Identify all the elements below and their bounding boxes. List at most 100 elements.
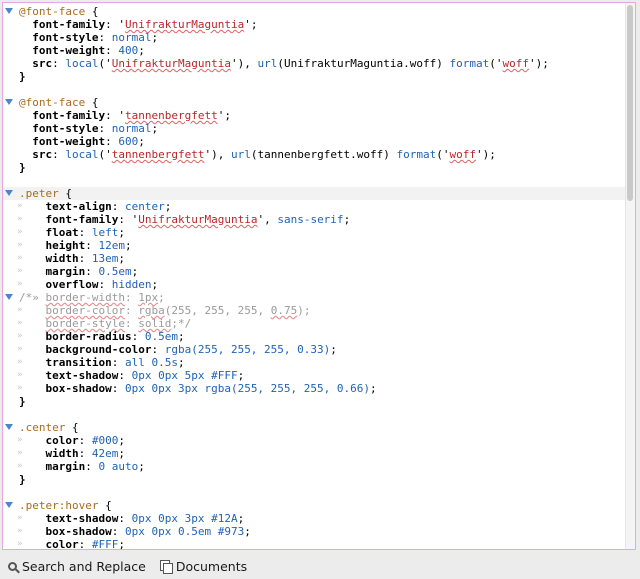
code-line[interactable]: » background-color: rgba(255, 255, 255, … <box>17 343 625 356</box>
code-token: ' <box>118 18 125 31</box>
code-token: ; <box>177 356 185 369</box>
code-token: } <box>19 161 26 174</box>
code-line[interactable]: font-style: normal; <box>19 122 625 135</box>
fold-arrow-icon[interactable] <box>5 190 13 196</box>
code-token: 400 <box>118 44 139 57</box>
code-line[interactable]: @font-face { <box>5 5 625 18</box>
scroll-thumb[interactable] <box>627 5 633 201</box>
code-line[interactable]: } <box>19 473 625 486</box>
code-line[interactable]: » text-shadow: 0px 0px 3px #12A; <box>17 512 625 525</box>
code-line[interactable]: font-family: 'UnifrakturMaguntia'; <box>19 18 625 31</box>
code-line[interactable]: » margin: 0 auto; <box>17 460 625 473</box>
code-token: ;*/ <box>171 317 192 330</box>
code-line[interactable]: src: local('UnifrakturMaguntia'), url(Un… <box>19 57 625 70</box>
indent-marker-icon: » <box>17 331 23 341</box>
code-line[interactable]: } <box>19 70 625 83</box>
code-line[interactable]: » color: #000; <box>17 434 625 447</box>
documents-label: Documents <box>175 558 248 574</box>
code-line[interactable]: .peter { <box>3 187 625 200</box>
code-token: ; <box>237 512 245 525</box>
code-token: @font-face <box>19 5 86 18</box>
code-line[interactable]: } <box>19 395 625 408</box>
code-token: UnifrakturMaguntia <box>124 18 245 31</box>
code-token: : <box>98 31 112 44</box>
code-token: ; <box>118 434 125 447</box>
code-token: : <box>52 148 66 161</box>
code-token: url <box>257 57 278 70</box>
indent-marker-icon: » <box>17 318 23 328</box>
code-line[interactable]: font-style: normal; <box>19 31 625 44</box>
code-line[interactable]: » width: 13em; <box>17 252 625 265</box>
code-editor[interactable]: @font-face { font-family: 'UnifrakturMag… <box>2 2 636 550</box>
code-line[interactable]: » font-family: 'UnifrakturMaguntia', san… <box>17 213 625 226</box>
code-token: url <box>230 148 251 161</box>
code-line[interactable] <box>19 486 625 499</box>
code-token: transition <box>45 356 112 369</box>
code-token: 0.5em <box>98 265 132 278</box>
code-token: { <box>65 421 79 434</box>
vertical-scrollbar[interactable] <box>625 3 635 549</box>
documents-button[interactable]: Documents <box>156 559 247 574</box>
code-line[interactable]: » overflow: hidden; <box>17 278 625 291</box>
code-token: font-family <box>45 213 119 226</box>
code-line[interactable]: } <box>19 161 625 174</box>
code-line[interactable]: font-weight: 400; <box>19 44 625 57</box>
code-line[interactable]: » float: left; <box>17 226 625 239</box>
code-line[interactable]: @font-face { <box>5 96 625 109</box>
code-token: (255, 255, 255, <box>164 304 271 317</box>
code-line[interactable]: » box-shadow: 0px 0px 3px rgba(255, 255,… <box>17 382 625 395</box>
code-token: 0px 0px 3px rgba(255, 255, 255, 0.66) <box>124 382 371 395</box>
code-line[interactable] <box>19 174 625 187</box>
code-token: tannenbergfett <box>111 148 205 161</box>
code-line[interactable]: » border-radius: 0.5em; <box>17 330 625 343</box>
code-token: : <box>52 57 66 70</box>
code-area[interactable]: @font-face { font-family: 'UnifrakturMag… <box>3 5 625 550</box>
code-line[interactable]: » box-shadow: 0px 0px 0.5em #973; <box>17 525 625 538</box>
fold-arrow-icon[interactable] <box>5 8 13 14</box>
code-token: margin <box>45 265 86 278</box>
fold-arrow-icon[interactable] <box>5 424 13 430</box>
code-token: background-color <box>45 343 152 356</box>
code-line[interactable]: » text-align: center; <box>17 200 625 213</box>
code-token: : <box>78 252 92 265</box>
code-token: { <box>85 5 99 18</box>
code-token: ; <box>330 343 337 356</box>
code-line[interactable]: » color: #FFF; <box>17 538 625 550</box>
code-line[interactable]: font-weight: 600; <box>19 135 625 148</box>
code-line[interactable]: » transition: all 0.5s; <box>17 356 625 369</box>
code-token: color <box>45 538 79 550</box>
code-token: : <box>118 512 132 525</box>
fold-arrow-icon[interactable] <box>5 294 13 300</box>
indent-marker-icon: » <box>17 344 23 354</box>
code-line[interactable] <box>19 408 625 421</box>
code-token: text-shadow <box>45 369 119 382</box>
code-line[interactable]: .peter:hover { <box>5 499 625 512</box>
code-token: : <box>151 343 165 356</box>
code-line[interactable]: src: local('tannenbergfett'), url(tannen… <box>19 148 625 161</box>
code-token: (tannenbergfett.woff) <box>250 148 397 161</box>
code-token: border-style <box>45 317 125 330</box>
code-line[interactable]: » border-color: rgba(255, 255, 255, 0.75… <box>17 304 625 317</box>
code-token: : <box>124 317 139 330</box>
search-and-replace-button[interactable]: Search and Replace <box>0 559 146 574</box>
code-token: (' <box>98 57 112 70</box>
code-line[interactable]: » width: 42em; <box>17 447 625 460</box>
code-line[interactable]: » text-shadow: 0px 0px 5px #FFF; <box>17 369 625 382</box>
code-token: width <box>45 252 79 265</box>
code-token: : <box>118 369 132 382</box>
code-line[interactable]: » border-style: solid;*/ <box>17 317 625 330</box>
code-line[interactable]: .center { <box>5 421 625 434</box>
code-token: font-weight <box>32 44 106 57</box>
code-line[interactable] <box>19 83 625 96</box>
code-line[interactable]: » margin: 0.5em; <box>17 265 625 278</box>
indent-marker-icon: » <box>17 448 23 458</box>
code-token: ; <box>237 369 245 382</box>
code-line[interactable]: /*» border-width: 1px; <box>5 291 625 304</box>
code-token: 0.5em <box>144 330 178 343</box>
code-token: src <box>32 57 53 70</box>
fold-arrow-icon[interactable] <box>5 99 13 105</box>
code-token: text-shadow <box>45 512 119 525</box>
code-line[interactable]: font-family: 'tannenbergfett'; <box>19 109 625 122</box>
code-line[interactable]: » height: 12em; <box>17 239 625 252</box>
fold-arrow-icon[interactable] <box>5 502 13 508</box>
